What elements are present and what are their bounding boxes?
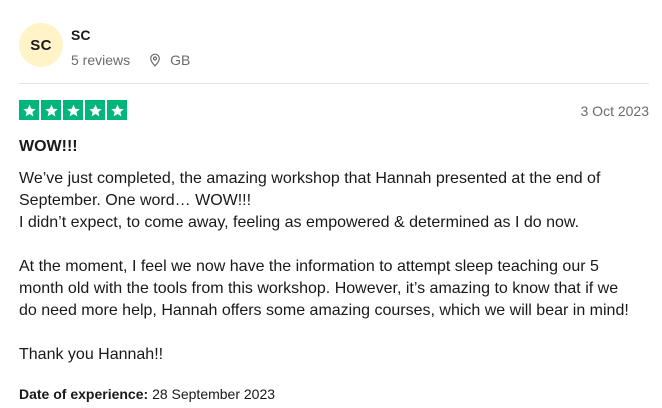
star-icon (19, 100, 39, 120)
review-text-line: month old with the tools from this works… (19, 280, 619, 297)
experience-label: Date of experience: (19, 386, 149, 402)
reviewer-location: GB (170, 52, 191, 68)
star-rating (19, 100, 127, 120)
review-date: 3 Oct 2023 (580, 103, 650, 119)
avatar[interactable]: SC (19, 23, 63, 67)
review-text-line: At the moment, I feel we now have the in… (19, 258, 599, 275)
review-text-line: Thank you Hannah!! (19, 346, 164, 363)
review-text-line: We’ve just completed, the amazing worksh… (19, 170, 601, 187)
reviewer-meta: SC 5 reviews GB (71, 23, 190, 68)
reviewer-header: SC SC 5 reviews GB (19, 23, 190, 68)
review-body: We’ve just completed, the amazing worksh… (19, 168, 659, 366)
divider (19, 83, 649, 84)
review-title[interactable]: WOW!!! (19, 138, 78, 156)
reviewer-details: 5 reviews GB (71, 52, 190, 68)
experience-date: 28 September 2023 (152, 386, 276, 402)
location-pin-icon (148, 53, 162, 67)
star-icon (107, 100, 127, 120)
reviews-count: 5 reviews (71, 52, 131, 68)
review-text-line: September. One word… WOW!!! (19, 192, 252, 209)
star-icon (85, 100, 105, 120)
date-of-experience: Date of experience: 28 September 2023 (19, 386, 275, 402)
reviewer-name[interactable]: SC (71, 26, 190, 44)
star-icon (63, 100, 83, 120)
review-text-line: I didn’t expect, to come away, feeling a… (19, 214, 580, 231)
star-icon (41, 100, 61, 120)
review-text-line: do need more help, Hannah offers some am… (19, 302, 629, 319)
